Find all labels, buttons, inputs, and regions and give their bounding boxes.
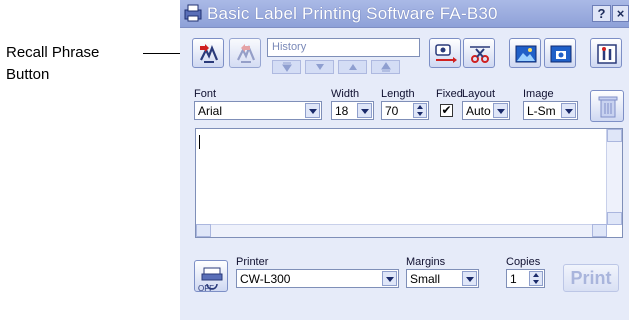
recall-phrase-icon: [200, 44, 219, 63]
camera-image-icon: [550, 45, 572, 63]
horizontal-scrollbar[interactable]: [196, 224, 607, 237]
off-label: OFF: [198, 284, 214, 293]
tape-feed-icon: [435, 44, 457, 63]
printer-label: Printer: [236, 256, 269, 268]
scissors-icon: [470, 46, 490, 63]
copies-value: 1: [510, 272, 517, 286]
vertical-scrollbar[interactable]: [606, 129, 622, 225]
picture-icon: [515, 45, 537, 63]
app-window: Basic Label Printing Software FA-B30 ? ×…: [180, 0, 629, 320]
window-title: Basic Label Printing Software FA-B30: [207, 4, 498, 23]
font-label: Font: [194, 88, 217, 100]
history-last-button[interactable]: [371, 60, 400, 74]
first-arrow-icon: [282, 62, 292, 72]
printer-app-icon: [184, 4, 202, 22]
text-caret: [199, 135, 200, 149]
scroll-right-button[interactable]: [592, 224, 607, 237]
history-field[interactable]: History: [267, 38, 420, 57]
history-first-button[interactable]: [272, 60, 301, 74]
image-select[interactable]: L-Sm: [523, 101, 578, 120]
title-bar: Basic Label Printing Software FA-B30 ? ×: [180, 0, 629, 28]
margins-label: Margins: [406, 256, 446, 268]
trash-icon: [598, 96, 618, 118]
history-up-button[interactable]: [338, 60, 367, 74]
scroll-up-button[interactable]: [607, 129, 622, 142]
store-phrase-icon: [237, 44, 256, 63]
length-value: 70: [385, 104, 399, 118]
recall-phrase-button[interactable]: [192, 38, 224, 68]
tools-icon: [597, 44, 617, 64]
cut-tape-button[interactable]: [463, 38, 495, 68]
callout-line2: Button: [6, 66, 50, 83]
callout-label: Recall Phrase Button: [6, 42, 99, 86]
image-settings-button[interactable]: [544, 38, 576, 68]
tape-feed-button[interactable]: [429, 38, 461, 68]
layout-value: Auto: [466, 104, 491, 118]
clear-text-button[interactable]: [590, 90, 624, 122]
image-value: L-Sm: [527, 104, 556, 118]
printer-value: CW-L300: [240, 272, 291, 286]
last-arrow-icon: [381, 62, 391, 72]
callout-leader-line: [143, 53, 184, 54]
layout-label: Layout: [462, 88, 496, 100]
spinner-arrows-icon[interactable]: [413, 103, 427, 118]
print-button[interactable]: Print: [563, 264, 619, 292]
image-label: Image: [523, 88, 554, 100]
font-value: Arial: [198, 104, 223, 118]
scroll-left-button[interactable]: [196, 224, 211, 237]
length-label: Length: [381, 88, 415, 100]
help-button[interactable]: ?: [592, 5, 611, 22]
label-text-area[interactable]: [195, 128, 623, 238]
chevron-down-icon[interactable]: [462, 271, 477, 286]
margins-value: Small: [410, 272, 441, 286]
close-button[interactable]: ×: [612, 5, 629, 22]
history-down-button[interactable]: [305, 60, 334, 74]
down-arrow-icon: [316, 64, 324, 70]
printer-select[interactable]: CW-L300: [236, 269, 399, 288]
width-select[interactable]: 18: [331, 101, 374, 120]
width-label: Width: [331, 88, 360, 100]
chevron-down-icon[interactable]: [382, 271, 397, 286]
settings-button[interactable]: [590, 38, 622, 68]
insert-image-button[interactable]: [509, 38, 541, 68]
copies-label: Copies: [506, 256, 541, 268]
fixed-label: Fixed: [436, 88, 463, 100]
fixed-checkbox[interactable]: ✔: [440, 104, 453, 117]
length-stepper[interactable]: 70: [381, 101, 429, 120]
spinner-arrows-icon[interactable]: [529, 271, 543, 286]
chevron-down-icon[interactable]: [357, 103, 372, 118]
layout-select[interactable]: Auto: [462, 101, 510, 120]
chevron-down-icon[interactable]: [561, 103, 576, 118]
store-phrase-button[interactable]: [229, 38, 261, 68]
scroll-down-button[interactable]: [607, 212, 622, 225]
width-value: 18: [335, 104, 349, 118]
chevron-down-icon[interactable]: [305, 103, 320, 118]
copies-stepper[interactable]: 1: [506, 269, 545, 288]
margins-select[interactable]: Small: [406, 269, 479, 288]
callout-line1: Recall Phrase: [6, 44, 100, 61]
up-arrow-icon: [349, 64, 357, 70]
chevron-down-icon[interactable]: [493, 103, 508, 118]
font-select[interactable]: Arial: [194, 101, 322, 120]
